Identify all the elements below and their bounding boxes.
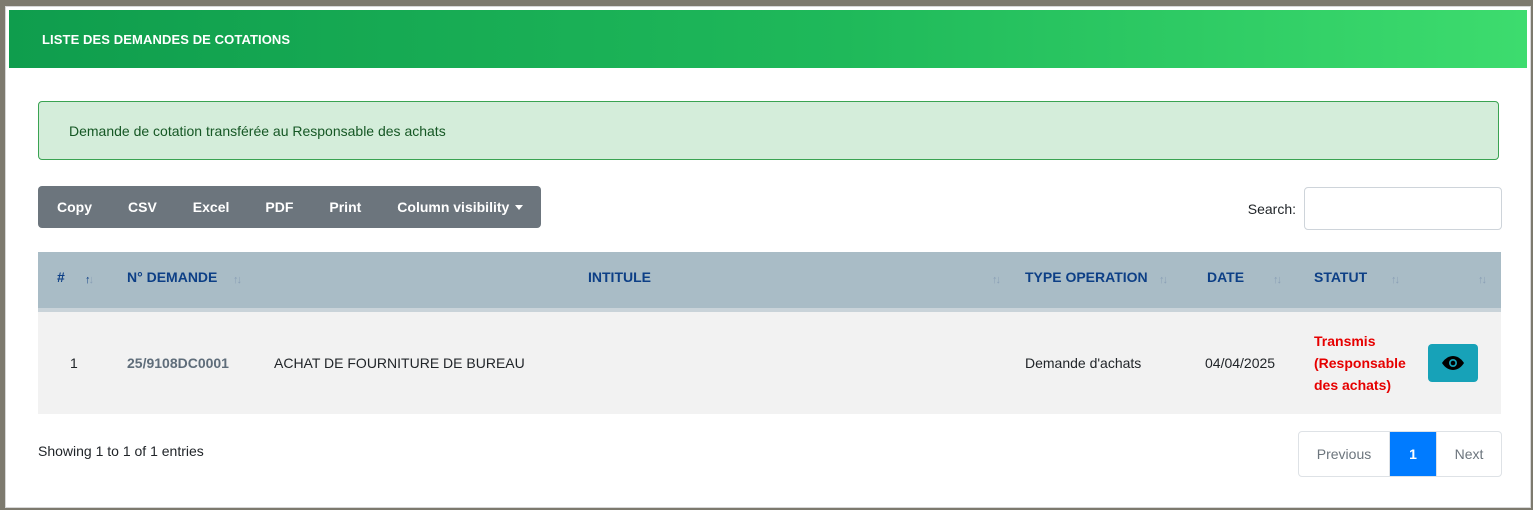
status-badge: Transmis (Responsable des achats) <box>1314 333 1406 393</box>
sort-icon: ↑↓ <box>1159 274 1168 286</box>
column-header-date[interactable]: DATE ↑↓ <box>1201 252 1308 312</box>
column-header-type-operation[interactable]: TYPE OPERATION ↑↓ <box>1025 252 1201 312</box>
copy-button[interactable]: Copy <box>38 186 110 228</box>
search-area: Search: <box>1248 186 1502 231</box>
sort-icon: ↑↓ <box>1273 274 1282 286</box>
sort-icon: ↑↓ <box>85 274 94 286</box>
export-button-group: Copy CSV Excel PDF Print Column visibili… <box>38 186 542 228</box>
next-button[interactable]: Next <box>1436 432 1501 476</box>
search-input[interactable] <box>1304 187 1502 230</box>
csv-button[interactable]: CSV <box>110 186 175 228</box>
row-status: Transmis (Responsable des achats) <box>1308 310 1428 414</box>
table-info: Showing 1 to 1 of 1 entries <box>38 443 204 459</box>
pagination: Previous 1 Next <box>1298 431 1502 477</box>
numero-link[interactable]: 25/9108DC0001 <box>127 355 229 371</box>
card-header: LISTE DES DEMANDES DE COTATIONS <box>9 10 1527 68</box>
row-intitule: ACHAT DE FOURNITURE DE BUREAU <box>274 355 525 371</box>
cotations-card: LISTE DES DEMANDES DE COTATIONS Demande … <box>5 6 1531 508</box>
previous-button[interactable]: Previous <box>1299 432 1390 476</box>
cotations-table: # ↑↓ N° DEMANDE ↑↓ INTITULE ↑↓ TYPE OPER… <box>38 252 1501 414</box>
column-visibility-button[interactable]: Column visibility <box>379 186 541 228</box>
column-header-numero[interactable]: N° DEMANDE ↑↓ <box>110 252 272 312</box>
page-title: LISTE DES DEMANDES DE COTATIONS <box>42 31 291 47</box>
column-visibility-label: Column visibility <box>397 199 510 215</box>
sort-icon: ↑↓ <box>992 274 1001 286</box>
column-header-index[interactable]: # ↑↓ <box>38 252 110 312</box>
excel-button[interactable]: Excel <box>175 186 248 228</box>
table-row: 1 25/9108DC0001 ACHAT DE FOURNITURE DE B… <box>38 310 1501 414</box>
view-button[interactable] <box>1428 344 1478 382</box>
sort-icon: ↑↓ <box>233 274 242 286</box>
search-label: Search: <box>1247 200 1296 217</box>
row-numero[interactable]: 25/9108DC0001 <box>110 310 272 414</box>
table-header-row: # ↑↓ N° DEMANDE ↑↓ INTITULE ↑↓ TYPE OPER… <box>38 252 1501 312</box>
column-header-intitule[interactable]: INTITULE ↑↓ <box>272 252 1025 312</box>
sort-icon: ↑↓ <box>1391 274 1400 286</box>
page-1-button[interactable]: 1 <box>1390 432 1436 476</box>
row-date: 04/04/2025 <box>1205 355 1276 371</box>
column-header-statut[interactable]: STATUT ↑↓ <box>1308 252 1428 312</box>
print-button[interactable]: Print <box>311 186 379 228</box>
row-type-operation: Demande d'achats <box>1025 355 1142 371</box>
success-alert: Demande de cotation transférée au Respon… <box>38 101 1499 160</box>
row-actions <box>1428 310 1501 414</box>
caret-down-icon <box>515 205 524 210</box>
pdf-button[interactable]: PDF <box>247 186 311 228</box>
sort-icon: ↑↓ <box>1478 274 1487 286</box>
alert-message: Demande de cotation transférée au Respon… <box>69 122 446 139</box>
column-header-actions[interactable]: ↑↓ <box>1428 252 1501 312</box>
eye-icon <box>1442 356 1464 370</box>
row-index: 1 <box>70 355 78 371</box>
